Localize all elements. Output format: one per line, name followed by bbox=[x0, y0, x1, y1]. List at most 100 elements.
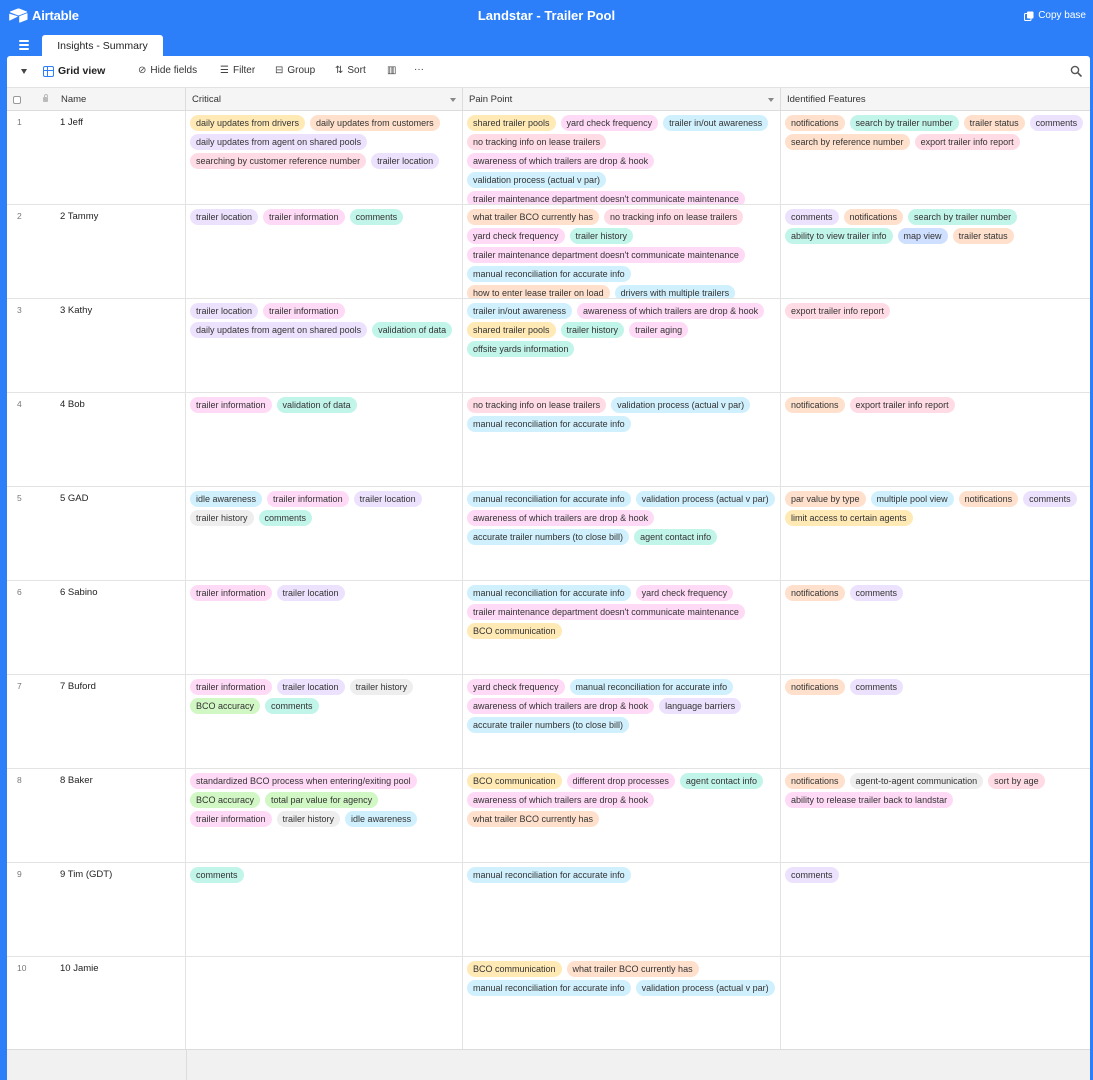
chip-list: shared trailer pools yard check frequency… bbox=[467, 115, 778, 204]
copy-base-button[interactable]: Copy base bbox=[1024, 10, 1086, 21]
chip-list: BCO communication what trailer BCO curren… bbox=[467, 961, 778, 996]
chip-list: notifications agent-to-agent communicatio… bbox=[785, 773, 1090, 808]
table-row[interactable]: 6 6 Sabino trailer information trailer loca… bbox=[7, 581, 1090, 675]
hide-fields-label: Hide fields bbox=[150, 65, 198, 76]
critical-cell[interactable]: idle awareness trailer information trailer… bbox=[186, 487, 463, 580]
table-row[interactable]: 55 GAD idle awareness trailer information t… bbox=[7, 487, 1090, 581]
name-cell[interactable]: 4 4 Bob bbox=[7, 393, 186, 486]
menu-icon[interactable] bbox=[19, 38, 29, 50]
chip-list: comments bbox=[785, 867, 1090, 883]
chip-list: yard check frequency manual reconciliatio… bbox=[467, 679, 778, 733]
row-height-button[interactable]: ▥ bbox=[387, 65, 396, 76]
lock-icon bbox=[43, 94, 48, 102]
table-row[interactable]: 8 8 Baker standardized BCO process when en… bbox=[7, 769, 1090, 863]
features-cell[interactable]: export trailer info report bbox=[781, 299, 1090, 392]
option-chip: agent contact info bbox=[634, 529, 718, 545]
features-cell[interactable]: notifications search by trailer number tra… bbox=[781, 111, 1090, 204]
chip-list: idle awareness trailer information trailer… bbox=[190, 491, 460, 526]
critical-cell[interactable]: trailer information trailer location trail… bbox=[186, 675, 463, 768]
pain-point-cell[interactable]: manual reconciliation for accurate info v… bbox=[463, 487, 781, 580]
pain-point-cell[interactable]: shared trailer pools yard check frequency… bbox=[463, 111, 781, 204]
pain-point-cell[interactable]: BCO communication different drop processe… bbox=[463, 769, 781, 862]
pain-point-cell[interactable]: manual reconciliation for accurate info bbox=[463, 863, 781, 956]
name-cell[interactable]: 8 8 Baker bbox=[7, 769, 186, 862]
features-cell[interactable]: comments notifications search by trailer n… bbox=[781, 205, 1090, 298]
option-chip: multiple pool view bbox=[870, 491, 954, 507]
name-cell[interactable]: 1 1 Jeff bbox=[7, 111, 186, 204]
option-chip: par value by type bbox=[785, 491, 866, 507]
table-row[interactable]: 9 9 Tim (GDT) comments manual reconciliatio… bbox=[7, 863, 1090, 957]
option-chip: map view bbox=[897, 228, 948, 244]
features-cell[interactable] bbox=[781, 957, 1090, 1050]
critical-cell[interactable]: trailer location trailer information daily… bbox=[186, 299, 463, 392]
group-button[interactable]: ⊟ Group bbox=[275, 65, 315, 76]
features-cell[interactable]: notifications export trailer info report bbox=[781, 393, 1090, 486]
view-name: Grid view bbox=[58, 65, 106, 77]
pain-point-cell[interactable]: what trailer BCO currently has no trackin… bbox=[463, 205, 781, 298]
critical-cell[interactable]: trailer information validation of data bbox=[186, 393, 463, 486]
critical-cell[interactable]: trailer location trailer information comme… bbox=[186, 205, 463, 298]
column-header-features[interactable]: Identified Features bbox=[781, 88, 1090, 111]
column-menu-icon[interactable] bbox=[768, 98, 774, 102]
option-chip: notifications bbox=[843, 209, 904, 225]
features-cell[interactable]: notifications comments bbox=[781, 675, 1090, 768]
table-row[interactable]: 10 10 Jamie BCO communication what trailer … bbox=[7, 957, 1090, 1051]
table-row[interactable]: 11 Jeff daily updates from drivers daily u… bbox=[7, 111, 1090, 205]
search-button[interactable] bbox=[1070, 65, 1082, 77]
features-cell[interactable]: notifications agent-to-agent communicatio… bbox=[781, 769, 1090, 862]
option-chip: trailer information bbox=[190, 679, 272, 695]
option-chip: language barriers bbox=[659, 698, 742, 714]
critical-cell[interactable]: comments bbox=[186, 863, 463, 956]
column-header-pain-point[interactable]: Pain Point bbox=[463, 88, 781, 111]
chip-list: trailer in/out awareness awareness of whi… bbox=[467, 303, 778, 357]
filter-button[interactable]: ☰ Filter bbox=[220, 65, 255, 76]
name-cell[interactable]: 7 7 Buford bbox=[7, 675, 186, 768]
features-cell[interactable]: par value by type multiple pool view notif… bbox=[781, 487, 1090, 580]
name-cell[interactable]: 9 9 Tim (GDT) bbox=[7, 863, 186, 956]
table-row[interactable]: 7 7 Buford trailer information trailer loca… bbox=[7, 675, 1090, 769]
features-cell[interactable]: comments bbox=[781, 863, 1090, 956]
name-cell[interactable]: 10 10 Jamie bbox=[7, 957, 186, 1050]
features-cell[interactable]: notifications comments bbox=[781, 581, 1090, 674]
column-header-critical[interactable]: Critical bbox=[186, 88, 463, 111]
chip-list: BCO communication different drop processe… bbox=[467, 773, 778, 827]
table-row[interactable]: 3 3 Kathy trailer location trailer informat… bbox=[7, 299, 1090, 393]
pain-point-cell[interactable]: no tracking info on lease trailers valida… bbox=[463, 393, 781, 486]
option-chip: how to enter lease trailer on load bbox=[467, 285, 610, 298]
option-chip: yard check frequency bbox=[467, 228, 565, 244]
name-cell[interactable]: 3 3 Kathy bbox=[7, 299, 186, 392]
chip-list: what trailer BCO currently has no trackin… bbox=[467, 209, 778, 298]
tab-insights-summary[interactable]: Insights - Summary bbox=[42, 35, 163, 56]
option-chip: trailer history bbox=[276, 811, 341, 827]
option-chip: trailer location bbox=[353, 491, 422, 507]
critical-cell[interactable]: daily updates from drivers daily updates … bbox=[186, 111, 463, 204]
critical-cell[interactable]: standardized BCO process when entering/e… bbox=[186, 769, 463, 862]
pain-point-cell[interactable]: trailer in/out awareness awareness of whi… bbox=[463, 299, 781, 392]
more-options-button[interactable]: ··· bbox=[414, 64, 424, 75]
option-chip: trailer information bbox=[190, 585, 272, 601]
pain-point-cell[interactable]: BCO communication what trailer BCO curren… bbox=[463, 957, 781, 1050]
collapse-sidebar-button[interactable] bbox=[21, 69, 27, 74]
select-all-checkbox[interactable] bbox=[13, 95, 21, 104]
option-chip: BCO communication bbox=[467, 773, 562, 789]
column-header-name[interactable]: Name bbox=[7, 88, 186, 111]
critical-cell[interactable]: trailer information trailer location bbox=[186, 581, 463, 674]
option-chip: manual reconciliation for accurate info bbox=[467, 491, 631, 507]
option-chip: notifications bbox=[958, 491, 1019, 507]
column-menu-icon[interactable] bbox=[450, 98, 456, 102]
pain-point-cell[interactable]: yard check frequency manual reconciliatio… bbox=[463, 675, 781, 768]
table-row[interactable]: 2 2 Tammy trailer location trailer informat… bbox=[7, 205, 1090, 299]
sort-button[interactable]: ⇅ Sort bbox=[335, 65, 366, 76]
name-cell[interactable]: 5 5 GAD bbox=[7, 487, 186, 580]
table-row[interactable]: 4 4 Bob trailer information validation of d… bbox=[7, 393, 1090, 487]
view-switcher[interactable]: Grid view bbox=[43, 65, 105, 77]
option-chip: trailer information bbox=[190, 811, 272, 827]
hide-fields-button[interactable]: ⊘ Hide fields bbox=[138, 65, 197, 76]
name-cell[interactable]: 2 2 Tammy bbox=[7, 205, 186, 298]
base-title[interactable]: Landstar - Trailer Pool bbox=[478, 8, 615, 23]
sort-icon: ⇅ bbox=[335, 65, 344, 76]
name-cell[interactable]: 6 6 Sabino bbox=[7, 581, 186, 674]
airtable-logo[interactable]: Airtable bbox=[9, 8, 79, 23]
critical-cell[interactable] bbox=[186, 957, 463, 1050]
pain-point-cell[interactable]: manual reconciliation for accurate info y… bbox=[463, 581, 781, 674]
